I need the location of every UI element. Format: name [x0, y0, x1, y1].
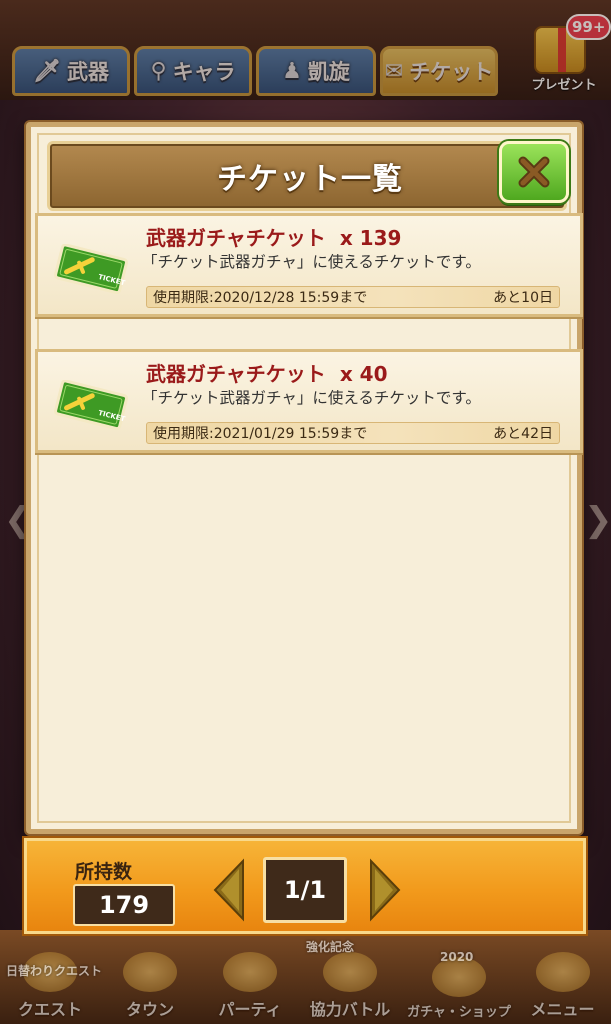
ticket-description: 「チケット武器ガチャ」に使えるチケットです。 — [142, 253, 481, 271]
ticket-icon: ✉ — [384, 58, 404, 84]
modal-header: チケット一覧 — [47, 141, 567, 211]
daily-quest-banner: 日替わりクエスト — [6, 964, 103, 978]
close-button[interactable] — [499, 141, 569, 203]
menu-icon — [535, 952, 590, 992]
ticket-expiry-bar: 使用期限:2021/01/29 15:59まで あと42日 — [146, 422, 560, 444]
expiry-date: 使用期限:2020/12/28 15:59まで — [153, 290, 368, 306]
present-badge: 99+ — [566, 14, 611, 40]
right-chevron-icon: ❯ — [584, 500, 611, 540]
nav-quest: クエスト — [0, 950, 100, 1020]
nav-label: ガチャ・ショップ — [407, 1005, 511, 1020]
ticket-quantity: x 40 — [339, 362, 388, 386]
green-sword-ticket-icon: TICKET — [54, 244, 129, 294]
nav-town: タウン — [100, 950, 200, 1020]
town-icon — [123, 952, 177, 992]
page-indicator: 1/1 — [263, 857, 347, 923]
keyhole-icon: ⚲ — [150, 58, 167, 84]
present-label: プレゼント — [531, 78, 597, 93]
ticket-item[interactable]: TICKET 武器ガチャチケット x 40 「チケット武器ガチャ」に使えるチケット… — [35, 349, 583, 453]
person-icon: ♟ — [282, 58, 302, 84]
green-sword-ticket-icon: TICKET — [54, 380, 129, 430]
prev-page-button[interactable] — [211, 857, 247, 923]
tab-character: ⚲ キャラ — [134, 46, 252, 96]
ticket-name: 武器ガチャチケット x 139 — [146, 222, 401, 251]
top-tab-bar: 🗡 武器 ⚲ キャラ ♟ 凱旋 ✉ チケット — [0, 40, 611, 100]
nav-label: クエスト — [17, 1000, 82, 1019]
nav-party: パーティ — [200, 950, 300, 1020]
tab-label: 武器 — [66, 60, 109, 84]
nav-label: タウン — [125, 1000, 174, 1019]
ticket-title: 武器ガチャチケット — [146, 362, 326, 386]
ticket-list-modal: チケット一覧 TICKET 武器ガチャチケット x 139 「チケット武器ガチャ」… — [26, 122, 583, 834]
close-x-icon — [518, 156, 550, 188]
nav-menu: メニュー — [514, 950, 611, 1020]
holdings-label: 所持数 — [75, 861, 133, 883]
party-icon — [223, 952, 277, 992]
present-button: 99+ プレゼント — [522, 14, 611, 98]
modal-title: チケット一覧 — [217, 162, 403, 197]
coop-battle-icon — [323, 952, 377, 992]
ticket-name: 武器ガチャチケット x 40 — [146, 358, 388, 387]
nav-label: メニュー — [530, 1000, 595, 1019]
nav-label: パーティ — [218, 1000, 282, 1019]
tab-label: 凱旋 — [307, 60, 350, 84]
ticket-item[interactable]: TICKET 武器ガチャチケット x 139 「チケット武器ガチャ」に使えるチケッ… — [35, 213, 583, 317]
expiry-date: 使用期限:2021/01/29 15:59まで — [153, 426, 368, 442]
tab-label: キャラ — [172, 60, 236, 84]
holdings-value: 179 — [73, 884, 175, 926]
tab-ticket: ✉ チケット — [380, 46, 498, 96]
nav-label: 協力バトル — [309, 1000, 391, 1019]
tab-label: チケット — [409, 60, 494, 84]
remaining-days: あと10日 — [493, 290, 553, 306]
year-banner: 2020 — [440, 950, 474, 964]
next-page-button[interactable] — [367, 857, 403, 923]
tab-triumph: ♟ 凱旋 — [256, 46, 376, 96]
ticket-expiry-bar: 使用期限:2020/12/28 15:59まで あと10日 — [146, 286, 560, 308]
pagination-footer: 所持数 179 1/1 — [24, 838, 586, 934]
tab-weapon: 🗡 武器 — [12, 46, 130, 96]
ticket-description: 「チケット武器ガチャ」に使えるチケットです。 — [142, 389, 481, 407]
nav-coop-battle: 協力バトル — [300, 950, 400, 1020]
ticket-quantity: x 139 — [339, 226, 402, 250]
strengthen-banner: 強化記念 — [306, 940, 355, 954]
remaining-days: あと42日 — [493, 426, 553, 442]
sword-icon: 🗡 — [33, 58, 61, 84]
ticket-title: 武器ガチャチケット — [146, 226, 326, 250]
